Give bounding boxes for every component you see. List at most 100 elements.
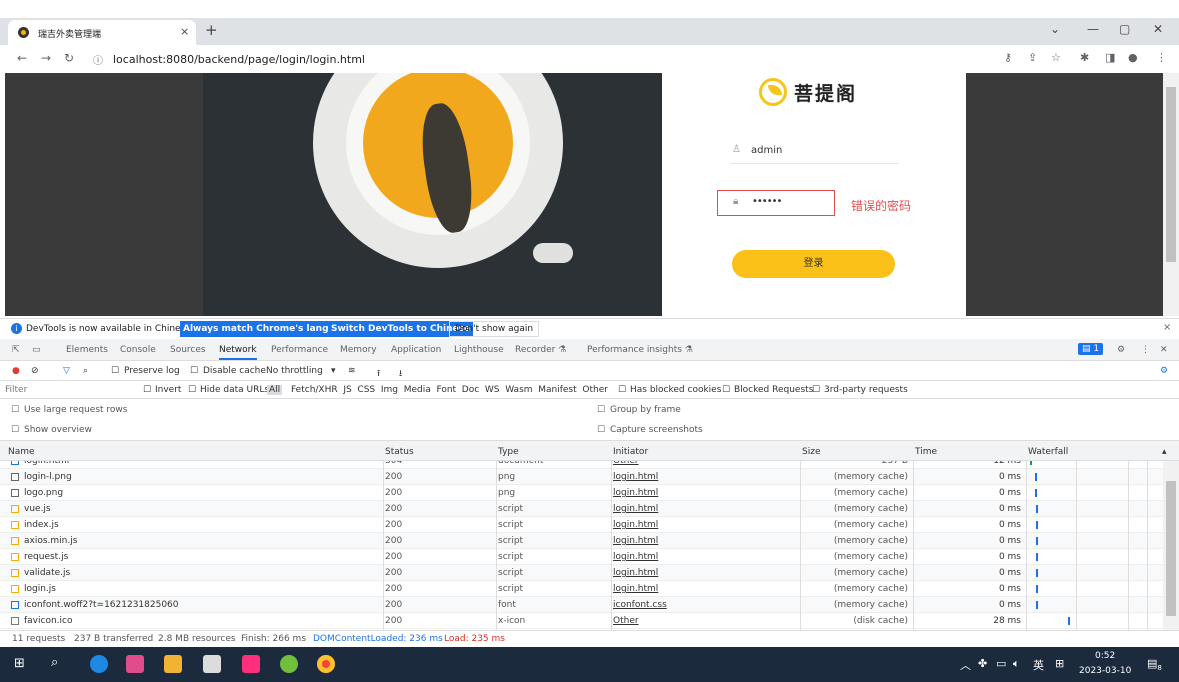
site-info-icon[interactable]: ⓘ [93,52,103,67]
file-explorer-icon[interactable] [164,655,182,673]
chrome-icon[interactable] [317,655,335,673]
password-field[interactable]: 🔒︎ •••••• [717,190,835,216]
windows-start-icon[interactable]: ⊞ [14,656,25,671]
mint-app-icon[interactable] [280,655,298,673]
settings-gear-icon[interactable]: ⚙ [1117,345,1125,355]
tab-memory[interactable]: Memory [340,345,377,355]
url-field[interactable]: ⓘ localhost:8080/backend/page/login/logi… [88,49,995,69]
maximize-button[interactable]: ▢ [1119,22,1130,36]
back-icon[interactable]: ← [17,51,27,65]
blocked-requests-checkbox[interactable]: ☐ [722,385,730,395]
tab-close-button[interactable]: × [180,25,189,38]
sidepanel-icon[interactable]: ◨ [1105,51,1115,64]
meeting-app-icon[interactable] [126,655,144,673]
table-row[interactable]: logo.png 200 png login.html (memory cache) 0 … [0,485,1163,501]
browser-tab[interactable]: 瑞吉外卖管理端 × [8,20,196,45]
tab-network[interactable]: Network [219,345,257,360]
volume-icon[interactable]: 🔈︎ [1013,657,1020,671]
tray-chevron-icon[interactable]: ︿ [960,657,971,673]
table-row[interactable]: axios.min.js 200 script login.html (memory c… [0,533,1163,549]
ime-mode-icon[interactable]: ⊞ [1055,657,1064,670]
table-scrollbar[interactable] [1163,461,1179,630]
row-initiator[interactable]: login.html [613,520,658,530]
profile-avatar-icon[interactable]: ● [1128,51,1138,64]
intellij-icon[interactable] [242,655,260,673]
username-field[interactable]: admin [751,145,782,156]
table-row[interactable]: iconfont.woff2?t=1621231825060 200 font ico… [0,597,1163,613]
filter-type-buttons[interactable]: Fetch/XHR JS CSS Img Media Font Doc WS W… [291,385,608,395]
throttling-select[interactable]: No throttling [266,366,323,376]
row-initiator[interactable]: login.html [613,488,658,498]
show-overview-checkbox[interactable]: ☐ [11,425,19,435]
table-row[interactable]: login-l.png 200 png login.html (memory cache… [0,469,1163,485]
large-rows-checkbox[interactable]: ☐ [11,405,19,415]
import-har-icon[interactable]: ⭱ [377,366,380,382]
clock-date[interactable]: 2023-03-10 [1079,666,1131,676]
network-settings-icon[interactable]: ⚙ [1160,366,1168,376]
table-row[interactable]: vue.js 200 script login.html (memory cache) 0… [0,501,1163,517]
search-icon[interactable]: ⌕ [51,655,58,670]
tab-search-button[interactable]: ⌄ [1050,22,1060,36]
page-scrollbar-thumb[interactable] [1166,87,1176,262]
tab-sources[interactable]: Sources [170,345,206,355]
col-waterfall[interactable]: Waterfall [1028,447,1068,457]
search-network-icon[interactable]: ⌕ [83,366,88,376]
clear-icon[interactable]: ⊘ [31,366,39,376]
close-window-button[interactable]: ✕ [1153,22,1163,36]
row-initiator[interactable]: login.html [613,472,658,482]
table-scrollbar-thumb[interactable] [1166,481,1176,616]
tab-performance[interactable]: Performance [271,345,328,355]
preserve-log-checkbox[interactable]: ☐ [111,366,119,376]
edge-icon[interactable] [90,655,108,673]
device-toolbar-icon[interactable]: ▭ [32,345,41,355]
row-initiator[interactable]: login.html [613,584,658,594]
notification-icon[interactable]: ▤8 [1147,657,1162,672]
devtools-menu-icon[interactable]: ⋮ [1141,345,1150,355]
minimize-button[interactable]: — [1087,22,1099,36]
row-initiator[interactable]: login.html [613,504,658,514]
devtools-close-icon[interactable]: ✕ [1160,345,1168,355]
table-row[interactable]: login.js 200 script login.html (memory cache… [0,581,1163,597]
filter-icon[interactable]: ▽ [63,366,70,376]
row-initiator[interactable]: login.html [613,552,658,562]
tab-elements[interactable]: Elements [66,345,108,355]
col-time[interactable]: Time [915,447,937,457]
group-by-frame-checkbox[interactable]: ☐ [597,405,605,415]
password-key-icon[interactable]: ⚷ [1004,51,1012,64]
col-size[interactable]: Size [802,447,820,457]
row-initiator[interactable]: login.html [613,536,658,546]
tab-lighthouse[interactable]: Lighthouse [454,345,504,355]
col-initiator[interactable]: Initiator [613,447,648,457]
record-icon[interactable]: ● [12,366,20,376]
extensions-icon[interactable]: ✱ [1080,51,1089,64]
disable-cache-checkbox[interactable]: ☐ [190,366,198,376]
network-conditions-icon[interactable]: ≋ [348,366,356,376]
row-initiator[interactable]: Other [613,616,639,626]
issues-badge[interactable]: ▤ 1 [1078,343,1104,355]
forward-icon[interactable]: → [41,51,51,65]
table-row[interactable]: index.js 200 script login.html (memory cache… [0,517,1163,533]
row-initiator[interactable]: login.html [613,568,658,578]
table-row[interactable]: request.js 200 script login.html (memory cac… [0,549,1163,565]
tab-application[interactable]: Application [391,345,441,355]
filter-all-button[interactable]: All [267,385,283,395]
network-icon[interactable]: ▭ [996,657,1006,670]
third-party-checkbox[interactable]: ☐ [812,385,820,395]
clock-time[interactable]: 0:52 [1095,651,1115,661]
table-row[interactable]: validate.js 200 script login.html (memory ca… [0,565,1163,581]
bookmark-star-icon[interactable]: ☆ [1051,51,1061,64]
menu-kebab-icon[interactable]: ⋮ [1156,51,1167,64]
col-status[interactable]: Status [385,447,414,457]
col-type[interactable]: Type [498,447,519,457]
dont-show-again-button[interactable]: Don't show again [449,321,540,337]
table-row[interactable]: login.html 304 document Other 237 B 12 ms [0,461,1163,469]
col-name[interactable]: Name [8,447,35,457]
typora-icon[interactable] [203,655,221,673]
new-tab-button[interactable]: + [205,21,218,39]
table-row[interactable]: favicon.ico 200 x-icon Other (disk cache) 28 … [0,613,1163,629]
sort-up-icon[interactable]: ▴ [1162,447,1167,457]
login-button[interactable]: 登录 [732,250,895,278]
row-initiator[interactable]: iconfont.css [613,600,667,610]
capture-screenshots-checkbox[interactable]: ☐ [597,425,605,435]
row-initiator[interactable]: Other [613,461,639,466]
